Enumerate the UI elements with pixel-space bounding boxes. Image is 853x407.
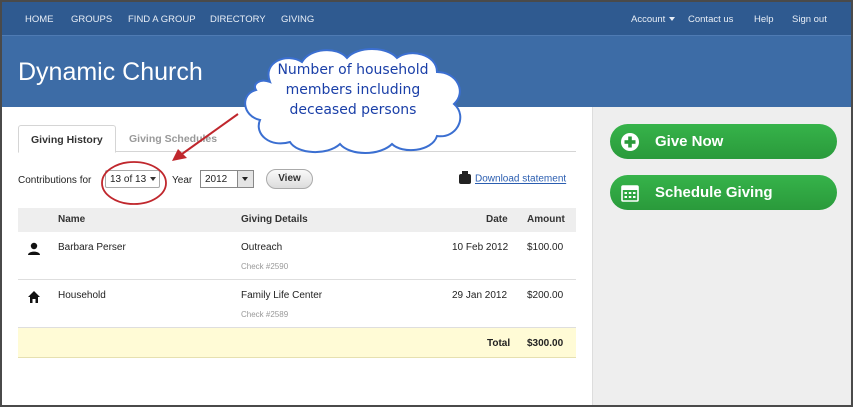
callout-line-3: deceased persons	[289, 102, 417, 118]
arrow-head	[172, 149, 187, 161]
annotation-arrow	[181, 113, 239, 155]
app-frame: HOME GROUPS FIND A GROUP DIRECTORY GIVIN…	[0, 0, 853, 407]
callout-line-2: members including	[285, 82, 421, 98]
callout-text: Number of household members including de…	[264, 60, 442, 120]
callout-line-1: Number of household	[277, 62, 429, 78]
highlight-circle	[101, 161, 167, 205]
